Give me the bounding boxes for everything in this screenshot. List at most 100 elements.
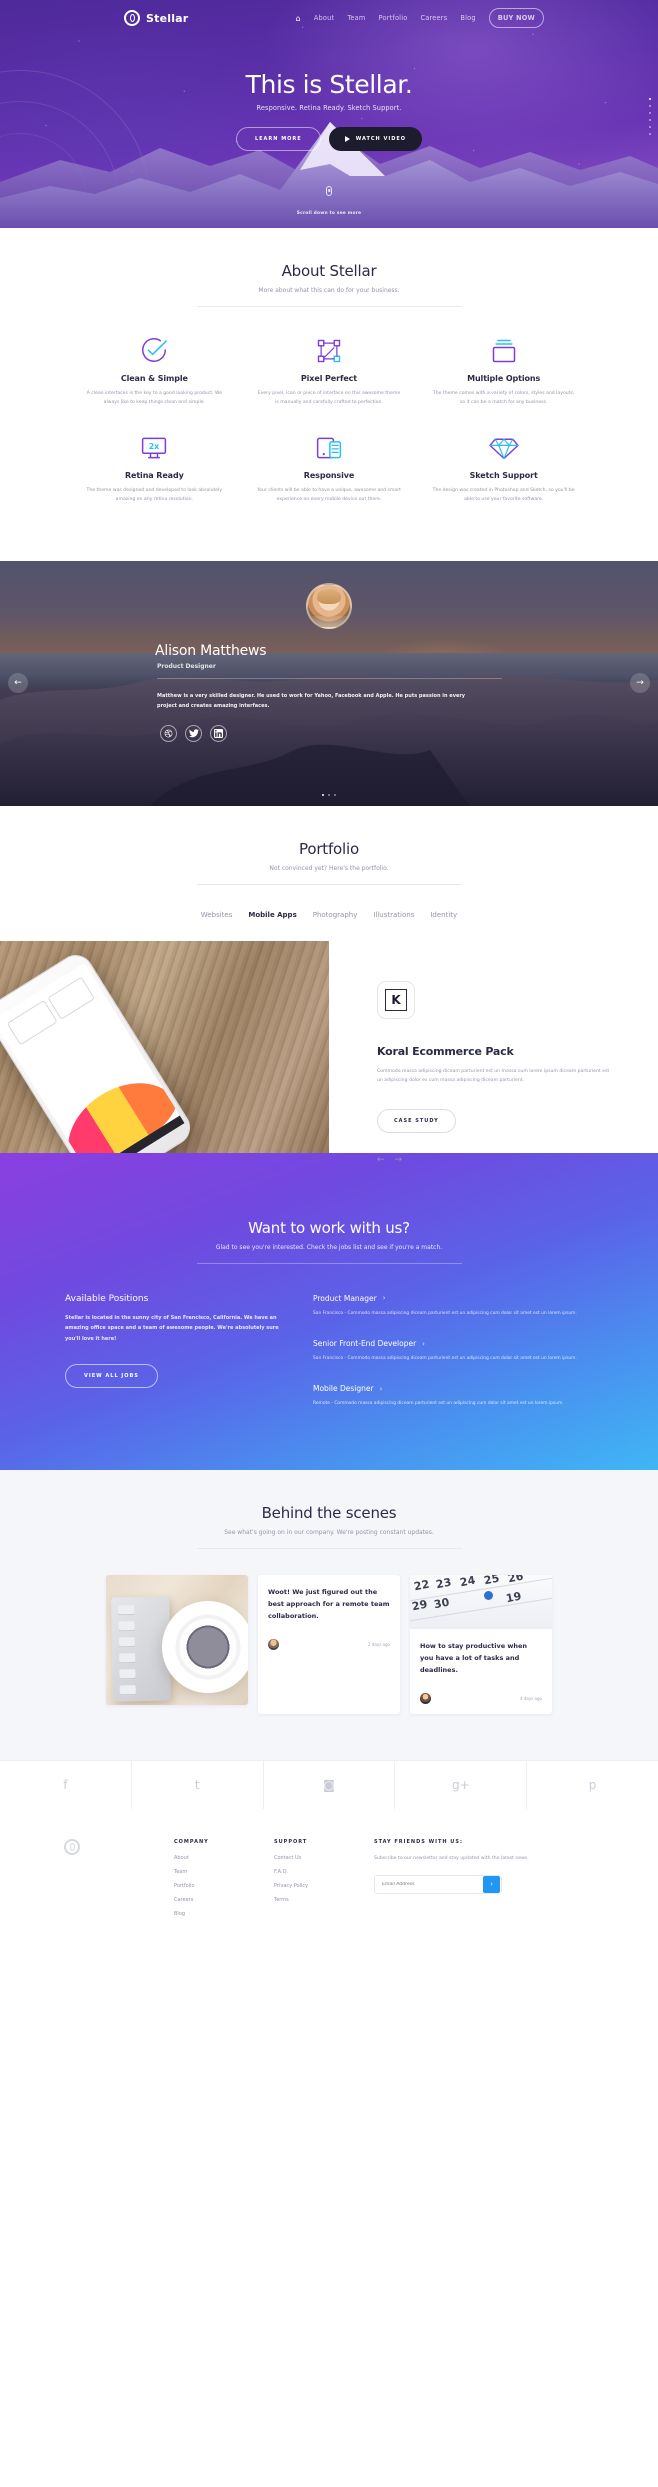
case-study-button[interactable]: CASE STUDY [377, 1109, 456, 1134]
footer-link-contact-us[interactable]: Contact Us [274, 1855, 356, 1861]
footer-link-about[interactable]: About [174, 1855, 256, 1861]
footer-link-portfolio[interactable]: Portfolio [174, 1883, 256, 1889]
portfolio-item-image[interactable] [0, 940, 329, 1153]
testimonial-socials[interactable] [160, 724, 658, 742]
nav-item-about[interactable]: About [314, 14, 335, 22]
testimonial-next-button[interactable]: → [630, 673, 650, 694]
tab-websites[interactable]: Websites [201, 911, 233, 919]
feature-title: Multiple Options [467, 374, 541, 383]
blog-post-time: 2 days ago [368, 1641, 390, 1647]
footer-link-terms[interactable]: Terms [274, 1897, 356, 1903]
diamond-sketch-icon [430, 430, 577, 462]
nav-item-portfolio[interactable]: Portfolio [379, 14, 408, 22]
portfolio-next-button[interactable]: → [395, 1155, 403, 1165]
blog-card-post-2[interactable]: 22 23 24 25 26 29 30 19 How to stay prod… [410, 1574, 552, 1714]
job-item-senior-frontend-developer[interactable]: Senior Front-End Developer › San Francis… [313, 1339, 593, 1363]
job-title-label: Mobile Designer [313, 1384, 374, 1394]
tab-illustrations[interactable]: Illustrations [373, 911, 414, 919]
job-title[interactable]: Senior Front-End Developer › [313, 1339, 593, 1348]
svg-text:2x: 2x [149, 442, 160, 451]
job-title[interactable]: Product Manager › [313, 1294, 593, 1303]
tab-identity[interactable]: Identity [430, 911, 457, 919]
testimonial-prev-button[interactable]: ← [8, 673, 28, 694]
facebook-icon[interactable]: f [0, 1760, 132, 1809]
phone-card-right [47, 976, 96, 1020]
footer-link-faq[interactable]: F.A.Q. [274, 1869, 356, 1875]
blog-card-photo[interactable] [106, 1574, 248, 1705]
nav-item-blog[interactable]: Blog [460, 14, 475, 22]
section-dot-1[interactable] [649, 98, 651, 100]
feature-desc: Your clients will be able to have a uniq… [257, 487, 401, 502]
feature-title: Sketch Support [469, 470, 538, 480]
feature-title: Pixel Perfect [300, 374, 358, 383]
learn-more-button[interactable]: LEARN MORE [235, 127, 321, 151]
chevron-right-icon: › [379, 1384, 383, 1393]
job-title[interactable]: Mobile Designer › [313, 1384, 593, 1393]
section-dot-5[interactable] [649, 126, 651, 128]
feature-title: Retina Ready [124, 470, 184, 480]
scroll-hint-label: Scroll down to see more [296, 211, 362, 216]
job-item-product-manager[interactable]: Product Manager › San Francisco - Commod… [313, 1294, 593, 1318]
portfolio-subtitle: Not convinced yet? Here's the portfolio. [269, 864, 389, 872]
section-dot-4[interactable] [649, 119, 651, 121]
top-navigation[interactable]: Stellar ⌂ About Team Portfolio Careers B… [0, 0, 658, 30]
footer-link-blog[interactable]: Blog [174, 1911, 256, 1917]
dribbble-icon[interactable] [160, 724, 177, 742]
blog-post-title: How to stay productive when you have a l… [420, 1641, 528, 1675]
jobs-list: Product Manager › San Francisco - Commod… [313, 1294, 593, 1430]
footer-column-heading: COMPANY [174, 1838, 209, 1845]
portfolio-item: K Koral Ecommerce Pack Commodo massa adi… [0, 940, 658, 1165]
footer-column-support: SUPPORT Contact Us F.A.Q. Privacy Policy… [274, 1839, 356, 1925]
divider [196, 883, 462, 885]
testimonial-dot-3[interactable] [334, 793, 336, 796]
blog-post-time: 4 days ago [520, 1695, 542, 1701]
testimonial-dot-2[interactable] [328, 793, 330, 796]
section-dot-3[interactable] [649, 112, 651, 114]
feature-card-multiple-options: Multiple Options The theme comes with a … [416, 333, 591, 408]
linkedin-icon[interactable] [210, 724, 227, 742]
twitter-icon[interactable]: t [132, 1760, 264, 1809]
footer-link-careers[interactable]: Careers [174, 1897, 256, 1903]
divider [196, 306, 462, 307]
tab-mobile-apps[interactable]: Mobile Apps [248, 911, 296, 919]
testimonial-dot-1[interactable] [322, 793, 324, 796]
careers-body: Available Positions Stellar is located i… [65, 1294, 593, 1430]
view-all-jobs-button[interactable]: VIEW ALL JOBS [65, 1364, 158, 1389]
footer-logo[interactable] [64, 1838, 156, 1925]
section-dot-6[interactable] [649, 133, 651, 135]
nav-links[interactable]: ⌂ About Team Portfolio Careers Blog BUY … [296, 8, 544, 28]
footer-link-privacy-policy[interactable]: Privacy Policy [274, 1883, 356, 1889]
portfolio-nav[interactable]: ← → [377, 1155, 610, 1165]
portfolio-prev-button[interactable]: ← [377, 1155, 385, 1165]
retina-monitor-icon: 2x [81, 430, 228, 462]
twitter-icon[interactable] [185, 724, 202, 742]
watch-video-button[interactable]: WATCH VIDEO [328, 127, 423, 151]
social-bar[interactable]: f t ◙ g+ p [0, 1759, 658, 1809]
job-item-mobile-designer[interactable]: Mobile Designer › Remote - Commodo massa… [313, 1384, 593, 1408]
footer-inner: COMPANY About Team Portfolio Careers Blo… [64, 1838, 594, 1925]
nav-item-home[interactable]: ⌂ [296, 14, 301, 23]
nav-item-team[interactable]: Team [347, 14, 365, 22]
newsletter-panel: STAY FRIENDS WITH US: Subscribe to our n… [374, 1839, 594, 1925]
about-section: About Stellar More about what this can d… [0, 228, 658, 561]
newsletter-submit-button[interactable]: › [483, 1876, 500, 1894]
portfolio-filter-tabs[interactable]: Websites Mobile Apps Photography Illustr… [0, 911, 658, 941]
brand-logo[interactable]: Stellar [124, 10, 188, 26]
google-plus-icon[interactable]: g+ [395, 1760, 528, 1809]
footer-link-team[interactable]: Team [174, 1869, 256, 1875]
chevron-right-icon: › [382, 1294, 386, 1303]
buy-now-button[interactable]: BUY NOW [488, 8, 544, 28]
scroll-hint[interactable]: Scroll down to see more [0, 186, 658, 218]
newsletter-form[interactable]: › [374, 1875, 502, 1895]
section-dot-2[interactable] [649, 105, 651, 107]
email-input[interactable] [375, 1876, 483, 1894]
section-dots-nav[interactable] [649, 98, 651, 135]
instagram-icon[interactable]: ◙ [264, 1760, 396, 1809]
blog-card-post-1[interactable]: Woot! We just figured out the best appro… [258, 1574, 400, 1714]
tab-photography[interactable]: Photography [313, 911, 358, 919]
nav-item-careers[interactable]: Careers [420, 14, 447, 22]
job-desc: Remote - Commodo massa adipiscing diceam… [313, 1401, 564, 1407]
pinterest-icon[interactable]: p [527, 1761, 658, 1809]
mouse-scroll-icon [326, 186, 332, 196]
testimonial-dots[interactable] [0, 793, 658, 796]
